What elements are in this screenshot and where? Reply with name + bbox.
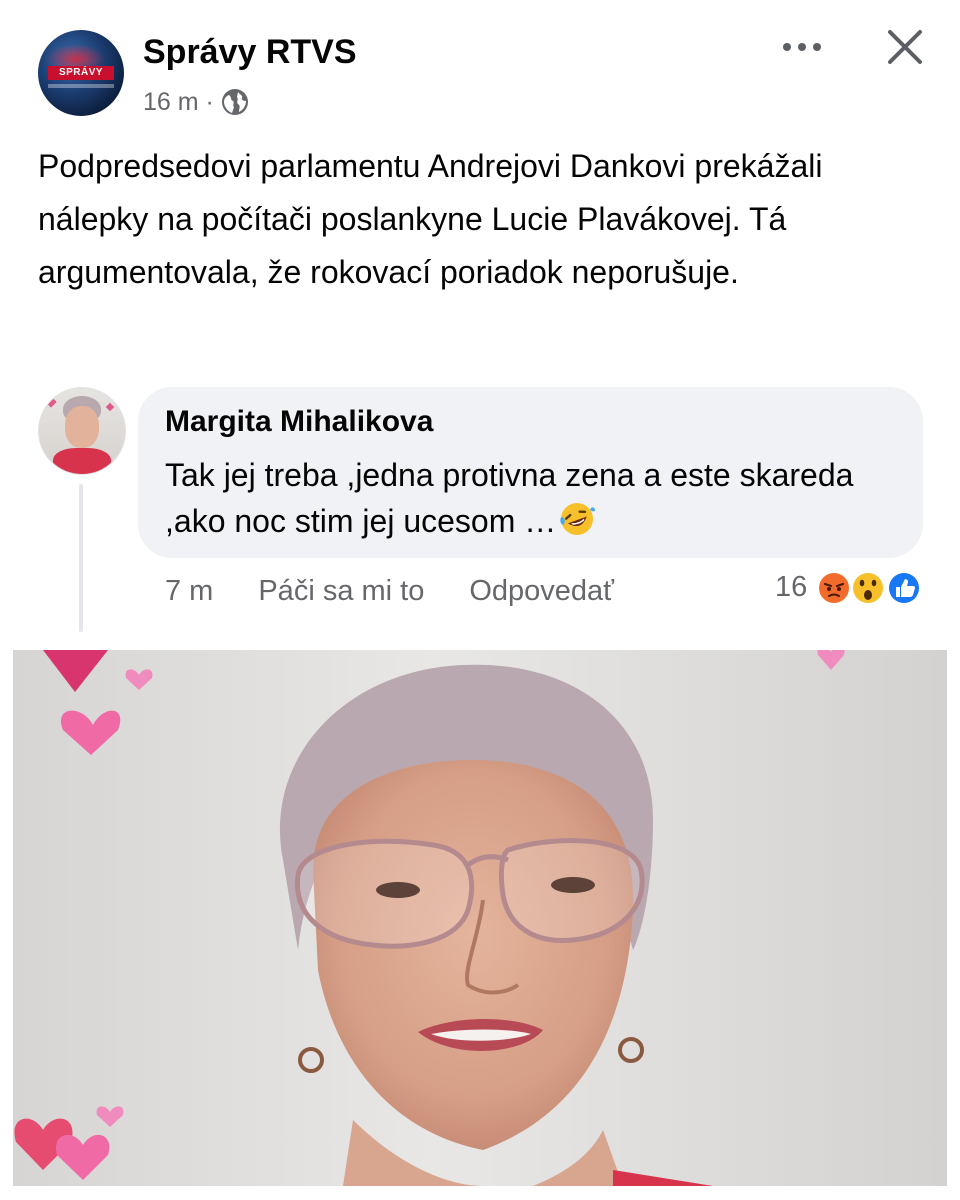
reaction-count[interactable]: 16	[775, 571, 807, 604]
avatar-strip	[48, 84, 114, 88]
reactions-summary[interactable]	[816, 568, 926, 608]
commenter-name[interactable]: Margita Mihalikova	[165, 405, 433, 439]
thread-line	[79, 484, 83, 632]
avatar-shirt	[53, 448, 111, 474]
wow-icon	[851, 571, 885, 605]
dot	[798, 43, 806, 51]
close-icon[interactable]	[882, 24, 928, 70]
more-options-icon[interactable]	[778, 34, 826, 60]
comment-actions: 7 m Páči sa mi to Odpovedať	[165, 575, 614, 608]
comment-text: Tak jej treba ,jedna protivna zena a est…	[165, 452, 885, 544]
page-name[interactable]: Správy RTVS	[143, 33, 357, 72]
post-text: Podpredsedovi parlamentu Andrejovi Danko…	[38, 148, 823, 290]
comment-body: Tak jej treba ,jedna protivna zena a est…	[165, 457, 854, 539]
like-icon	[887, 571, 921, 605]
globe-icon	[221, 89, 248, 115]
page-avatar[interactable]: SPRÁVY	[38, 30, 124, 116]
dot	[783, 43, 791, 51]
reply-button[interactable]: Odpovedať	[469, 575, 614, 608]
avatar-face	[65, 406, 99, 448]
attached-photo[interactable]	[13, 650, 947, 1186]
laughing-emoji-icon	[560, 503, 596, 535]
angry-icon	[817, 571, 851, 605]
comment-time[interactable]: 7 m	[165, 575, 213, 608]
post-meta: 16 m ·	[143, 87, 250, 117]
like-button[interactable]: Páči sa mi to	[258, 575, 424, 608]
post-time[interactable]: 16 m ·	[143, 88, 214, 117]
dot	[813, 43, 821, 51]
commenter-avatar[interactable]	[38, 387, 126, 475]
avatar-badge: SPRÁVY	[48, 66, 114, 80]
